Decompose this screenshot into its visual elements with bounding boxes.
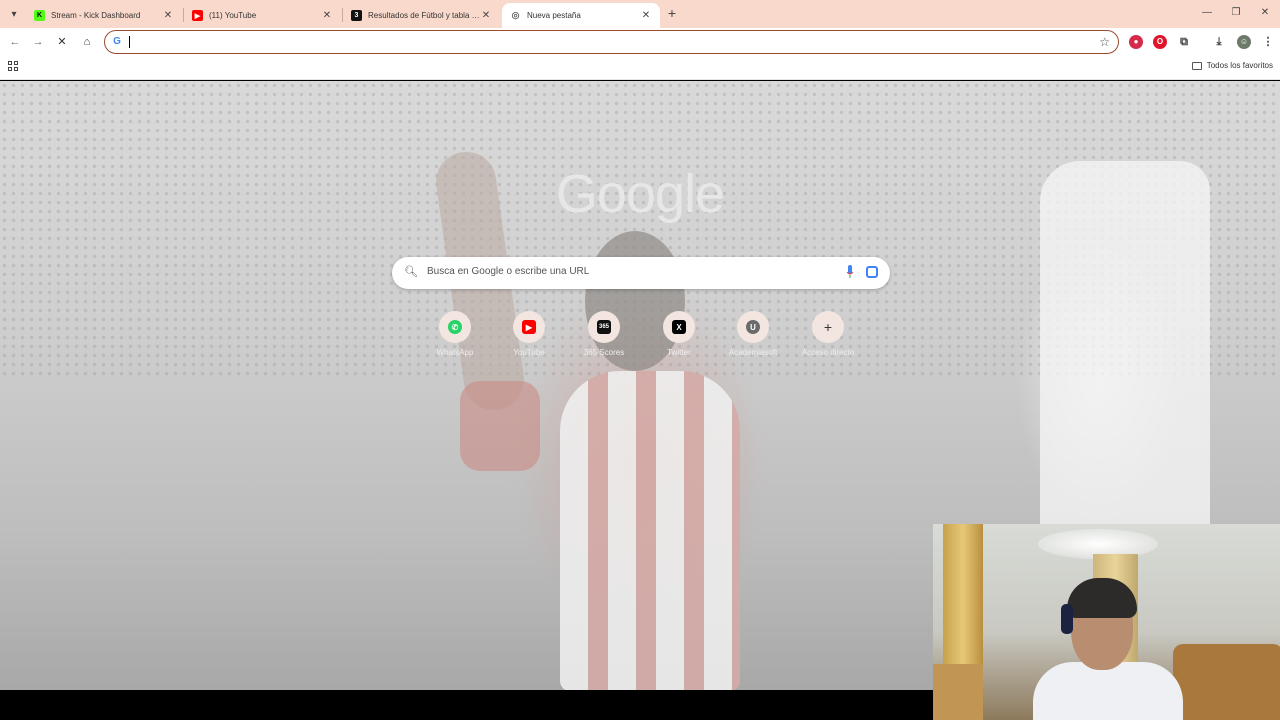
background-player-sleeve (460, 381, 540, 471)
close-icon: ✕ (1260, 7, 1270, 18)
bookmark-star-icon[interactable]: ☆ (1099, 35, 1110, 49)
close-icon[interactable]: ✕ (321, 10, 333, 22)
search-placeholder: Busca en Google o escribe una URL (427, 266, 590, 277)
opera-extension-icon[interactable]: O (1153, 35, 1167, 49)
address-bar[interactable]: G ☆ (104, 30, 1119, 54)
browser-toolbar: ← → ✕ ⌂ G ☆ ● O ⧉ ⤓ ☺ ⋮ (0, 28, 1280, 56)
microphone-icon[interactable] (846, 265, 854, 279)
tab-nueva-pestana[interactable]: ◎ Nueva pestaña ✕ (502, 3, 660, 28)
tab-title: Stream - Kick Dashboard (51, 11, 141, 20)
streamer-body (1033, 662, 1183, 720)
close-icon[interactable]: ✕ (162, 10, 174, 22)
new-tab-button[interactable]: + (665, 6, 679, 20)
tab-resultados-futbol[interactable]: 3 Resultados de Fútbol y tabla de ✕ (343, 3, 500, 28)
close-icon[interactable]: ✕ (480, 10, 492, 22)
sofa (1173, 644, 1280, 720)
tab-title: Resultados de Fútbol y tabla de (368, 11, 480, 20)
365scores-icon: 365 (597, 320, 611, 334)
shortcut-youtube[interactable]: ▶ YouTube (494, 311, 564, 357)
shortcut-twitter[interactable]: X Twitter (644, 311, 714, 357)
tab-title: (11) YouTube (209, 11, 257, 20)
search-box[interactable]: 🔍︎ Busca en Google o escribe una URL (392, 257, 890, 289)
bookmarks-bar: Todos los favoritos (0, 56, 1280, 80)
365scores-icon: 3 (351, 10, 362, 21)
all-bookmarks-label: Todos los favoritos (1206, 61, 1273, 70)
apps-grid-icon[interactable] (8, 61, 18, 71)
shortcut-label: WhatsApp (436, 348, 474, 357)
back-button[interactable]: ← (8, 35, 22, 49)
background-player-shirt (560, 371, 740, 690)
shortcut-label: Acceso directo (801, 348, 855, 357)
shortcut-add[interactable]: + Acceso directo (793, 311, 863, 357)
shortcut-academiasoft[interactable]: U Academiasoft (718, 311, 788, 357)
tab-youtube[interactable]: ▶ (11) YouTube ✕ (184, 3, 341, 28)
shortcut-label: Academiasoft (728, 348, 778, 357)
shortcut-365scores[interactable]: 365 365 Scores (569, 311, 639, 357)
download-icon[interactable]: ⤓ (1212, 35, 1226, 49)
webcam-overlay (933, 524, 1280, 720)
youtube-icon: ▶ (192, 10, 203, 21)
close-window-button[interactable]: ✕ (1258, 6, 1272, 20)
tab-title: Nueva pestaña (527, 11, 581, 20)
shortcut-tile: ▶ (513, 311, 545, 343)
plus-icon: + (823, 319, 833, 335)
plus-icon: + (667, 5, 677, 21)
extension-red-icon[interactable]: ● (1129, 35, 1143, 49)
google-g-icon: G (113, 36, 121, 47)
restore-button[interactable]: ❐ (1229, 6, 1243, 20)
close-icon: ✕ (57, 36, 67, 48)
google-logo: Google (555, 164, 725, 224)
bottom-black-strip (0, 690, 933, 720)
x-icon: X (672, 320, 686, 334)
tab-strip: ▾ K Stream - Kick Dashboard ✕ ▶ (11) You… (0, 0, 1280, 28)
profile-avatar[interactable]: ☺ (1237, 35, 1251, 49)
minimize-button[interactable]: — (1200, 6, 1214, 20)
shortcut-whatsapp[interactable]: ✆ WhatsApp (420, 311, 490, 357)
all-bookmarks-button[interactable]: Todos los favoritos (1191, 61, 1273, 70)
search-icon: 🔍︎ (404, 266, 418, 278)
shortcut-tile: + (812, 311, 844, 343)
kick-icon: K (34, 10, 45, 21)
restore-icon: ❐ (1231, 7, 1241, 18)
shortcut-label: Twitter (667, 348, 691, 357)
home-icon: ⌂ (83, 36, 91, 48)
close-icon[interactable]: ✕ (640, 10, 652, 22)
tab-kick-dashboard[interactable]: K Stream - Kick Dashboard ✕ (26, 3, 182, 28)
text-caret (129, 36, 130, 48)
arrow-right-icon: → (32, 36, 44, 48)
arrow-left-icon: ← (9, 36, 21, 48)
chair (933, 664, 983, 720)
shortcut-tile: U (737, 311, 769, 343)
google-lens-icon[interactable] (866, 266, 878, 278)
shortcut-label: YouTube (513, 348, 545, 357)
shortcut-label: 365 Scores (583, 348, 625, 357)
stop-loading-button[interactable]: ✕ (55, 35, 69, 49)
youtube-icon: ▶ (522, 320, 536, 334)
chrome-newtab-icon: ◎ (511, 10, 520, 20)
forward-button[interactable]: → (31, 35, 45, 49)
headset (1061, 604, 1073, 634)
whatsapp-icon: ✆ (448, 320, 462, 334)
letter-u-icon: U (746, 320, 760, 334)
chevron-down-icon: ▾ (11, 8, 17, 20)
puzzle-extensions-icon[interactable]: ⧉ (1177, 35, 1191, 49)
shortcut-tile: 365 (588, 311, 620, 343)
folder-icon (1191, 61, 1202, 70)
kebab-menu-icon[interactable]: ⋮ (1261, 35, 1275, 49)
tab-search-button[interactable]: ▾ (6, 6, 22, 22)
home-button[interactable]: ⌂ (80, 35, 94, 49)
shortcut-tile: X (663, 311, 695, 343)
minimize-icon: — (1202, 7, 1212, 18)
shortcut-tile: ✆ (439, 311, 471, 343)
